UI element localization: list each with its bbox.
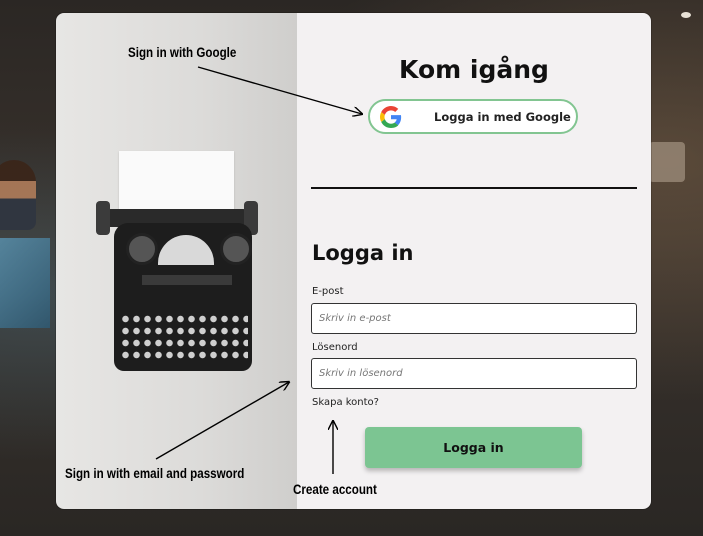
typewriter-spool xyxy=(126,233,158,265)
password-field[interactable] xyxy=(311,358,637,389)
typewriter-keys xyxy=(120,313,248,363)
login-section-title: Logga in xyxy=(312,241,414,265)
typewriter-knob xyxy=(96,201,110,235)
typewriter-photo xyxy=(56,13,297,509)
create-account-link[interactable]: Skapa konto? xyxy=(312,397,379,408)
login-card: Kom igång Logga in med Google Logga in E… xyxy=(56,13,651,509)
email-password-annotation: Sign in with email and password xyxy=(65,466,245,481)
create-account-annotation: Create account xyxy=(293,482,377,497)
password-label: Lösenord xyxy=(312,342,358,353)
form-panel: Kom igång Logga in med Google Logga in E… xyxy=(297,13,651,509)
background-chair xyxy=(649,142,685,182)
google-login-button[interactable]: Logga in med Google xyxy=(368,99,578,134)
typewriter-spool xyxy=(220,233,252,265)
background-person xyxy=(0,160,36,230)
google-login-label: Logga in med Google xyxy=(434,109,571,124)
page-title: Kom igång xyxy=(399,55,549,84)
google-icon xyxy=(380,105,402,128)
email-label: E-post xyxy=(312,286,344,297)
typewriter-brand-plate xyxy=(142,275,232,285)
login-button[interactable]: Logga in xyxy=(365,427,582,468)
background-light xyxy=(681,12,691,18)
google-annotation: Sign in with Google xyxy=(128,45,237,60)
email-field[interactable] xyxy=(311,303,637,334)
background-monitor xyxy=(0,238,50,328)
section-divider xyxy=(311,187,637,189)
